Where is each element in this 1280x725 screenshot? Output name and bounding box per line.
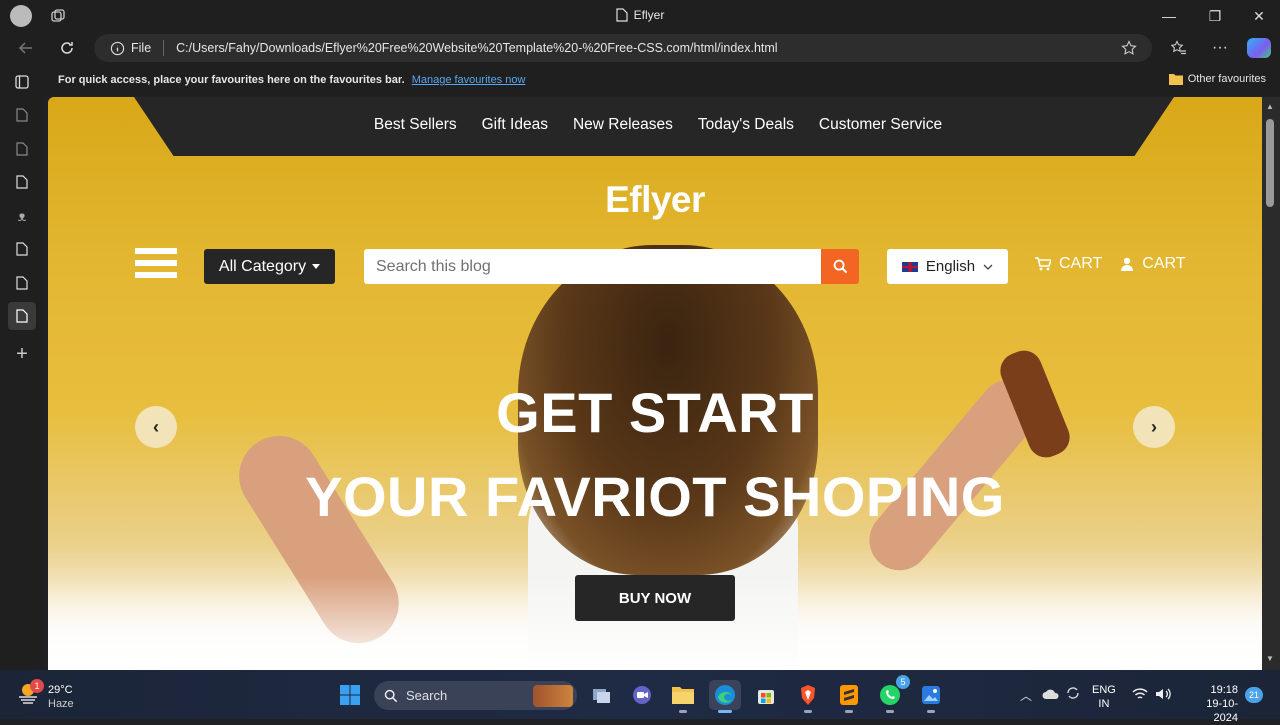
- search-icon: [833, 259, 847, 274]
- scrollbar-thumb[interactable]: [1266, 119, 1274, 207]
- scroll-down-icon[interactable]: ▼: [1266, 654, 1274, 663]
- chevron-down-icon: [983, 264, 993, 270]
- nav-customer-service[interactable]: Customer Service: [813, 116, 942, 134]
- sublime-text-icon[interactable]: [833, 680, 865, 713]
- top-nav-links: Best Sellers Gift Ideas New Releases Tod…: [48, 116, 1262, 134]
- hero-headline-2: YOUR FAVRIOT SHOPING: [305, 465, 1005, 528]
- favourites-bar: For quick access, place your favourites …: [0, 64, 1280, 96]
- weather-widget[interactable]: 1: [16, 679, 44, 706]
- volume-icon[interactable]: [1155, 687, 1171, 706]
- task-view-icon[interactable]: [586, 680, 618, 710]
- copilot-icon[interactable]: [1247, 38, 1271, 58]
- uk-flag-icon: [901, 261, 918, 272]
- tab-site-icon[interactable]: ᴥ: [8, 202, 36, 230]
- windows-start-icon[interactable]: [334, 680, 366, 710]
- page-scrollbar[interactable]: ▲ ▼: [1262, 97, 1280, 670]
- cart-link[interactable]: CART: [1059, 255, 1102, 273]
- onedrive-icon[interactable]: [1042, 687, 1060, 705]
- caret-down-icon: [312, 264, 321, 269]
- nav-best-sellers[interactable]: Best Sellers: [368, 116, 457, 134]
- search-input[interactable]: [364, 249, 822, 284]
- all-category-dropdown[interactable]: All Category: [204, 249, 335, 284]
- search-icon: [384, 689, 398, 702]
- hamburger-menu-icon[interactable]: [135, 248, 177, 284]
- search-button[interactable]: [821, 249, 859, 284]
- url-bar[interactable]: File C:/Users/Fahy/Downloads/Eflyer%20Fr…: [94, 34, 1152, 62]
- page-icon: [616, 8, 628, 22]
- photos-icon[interactable]: [915, 680, 947, 713]
- nav-todays-deals[interactable]: Today's Deals: [692, 116, 794, 134]
- windows-taskbar: 1 29°C Haze Search 5 ︿ ENG IN 19:18 19-1…: [0, 670, 1280, 724]
- tab-page-icon[interactable]: [8, 101, 36, 129]
- brave-browser-icon[interactable]: [792, 680, 824, 713]
- restore-button[interactable]: ❐: [1192, 0, 1238, 32]
- scroll-up-icon[interactable]: ▲: [1266, 102, 1274, 111]
- input-language[interactable]: ENG IN: [1092, 683, 1116, 711]
- taskbar-search[interactable]: Search: [374, 681, 577, 710]
- info-icon: [110, 41, 125, 55]
- more-icon[interactable]: ···: [1205, 33, 1235, 63]
- teams-icon[interactable]: [626, 680, 658, 710]
- nav-new-releases[interactable]: New Releases: [567, 116, 673, 134]
- weather-badge: 1: [30, 679, 44, 693]
- new-tab-icon[interactable]: +: [8, 340, 36, 368]
- tab-page-icon[interactable]: [8, 168, 36, 196]
- notification-count-badge[interactable]: 21: [1245, 687, 1263, 703]
- weather-text[interactable]: 29°C Haze: [48, 683, 74, 711]
- search-highlight-image: [533, 684, 573, 707]
- wifi-icon[interactable]: [1132, 687, 1148, 706]
- whatsapp-icon[interactable]: 5: [874, 675, 910, 713]
- user-icon: [1121, 257, 1134, 271]
- account-cart-link[interactable]: CART: [1142, 255, 1185, 273]
- nav-gift-ideas[interactable]: Gift Ideas: [476, 116, 548, 134]
- tab-page-icon[interactable]: [8, 235, 36, 263]
- folder-icon: [1168, 74, 1183, 85]
- whatsapp-badge: 5: [896, 675, 910, 689]
- title-bar: Eflyer — ❐ ✕: [0, 0, 1280, 32]
- favourite-star-icon[interactable]: [1114, 33, 1144, 63]
- shopping-cart-icon: [1035, 257, 1051, 271]
- microsoft-store-icon[interactable]: [750, 680, 782, 710]
- sync-icon[interactable]: [1065, 685, 1081, 706]
- cart-links: CART CART: [1035, 255, 1186, 273]
- close-button[interactable]: ✕: [1236, 0, 1280, 32]
- site-logo[interactable]: Eflyer: [48, 179, 1262, 221]
- favourites-message: For quick access, place your favourites …: [58, 74, 526, 86]
- edge-browser-icon[interactable]: [709, 680, 741, 713]
- tab-page-icon[interactable]: [8, 135, 36, 163]
- vertical-tabs-sidebar: ᴥ +: [0, 64, 44, 670]
- file-explorer-icon[interactable]: [667, 680, 699, 713]
- window-title: Eflyer: [0, 8, 1280, 22]
- show-hidden-icons-icon[interactable]: ︿: [1020, 687, 1032, 704]
- back-icon[interactable]: [11, 33, 41, 63]
- other-favourites[interactable]: Other favourites: [1168, 73, 1266, 85]
- tab-page-icon[interactable]: [8, 269, 36, 297]
- favourites-icon[interactable]: [1164, 33, 1194, 63]
- buy-now-button[interactable]: BUY NOW: [575, 575, 735, 621]
- address-bar-row: File C:/Users/Fahy/Downloads/Eflyer%20Fr…: [0, 32, 1280, 64]
- manage-favourites-link[interactable]: Manage favourites now: [412, 74, 526, 86]
- refresh-icon[interactable]: [52, 33, 82, 63]
- web-content: Best Sellers Gift Ideas New Releases Tod…: [48, 97, 1262, 670]
- tab-page-icon-active[interactable]: [8, 302, 36, 330]
- language-selector[interactable]: English: [887, 249, 1008, 284]
- hero-headline-1: GET START: [496, 381, 814, 444]
- url-scheme: File: [131, 41, 152, 55]
- minimize-button[interactable]: —: [1146, 0, 1192, 32]
- url-text[interactable]: C:/Users/Fahy/Downloads/Eflyer%20Free%20…: [176, 41, 777, 55]
- tab-actions-icon[interactable]: [8, 68, 36, 96]
